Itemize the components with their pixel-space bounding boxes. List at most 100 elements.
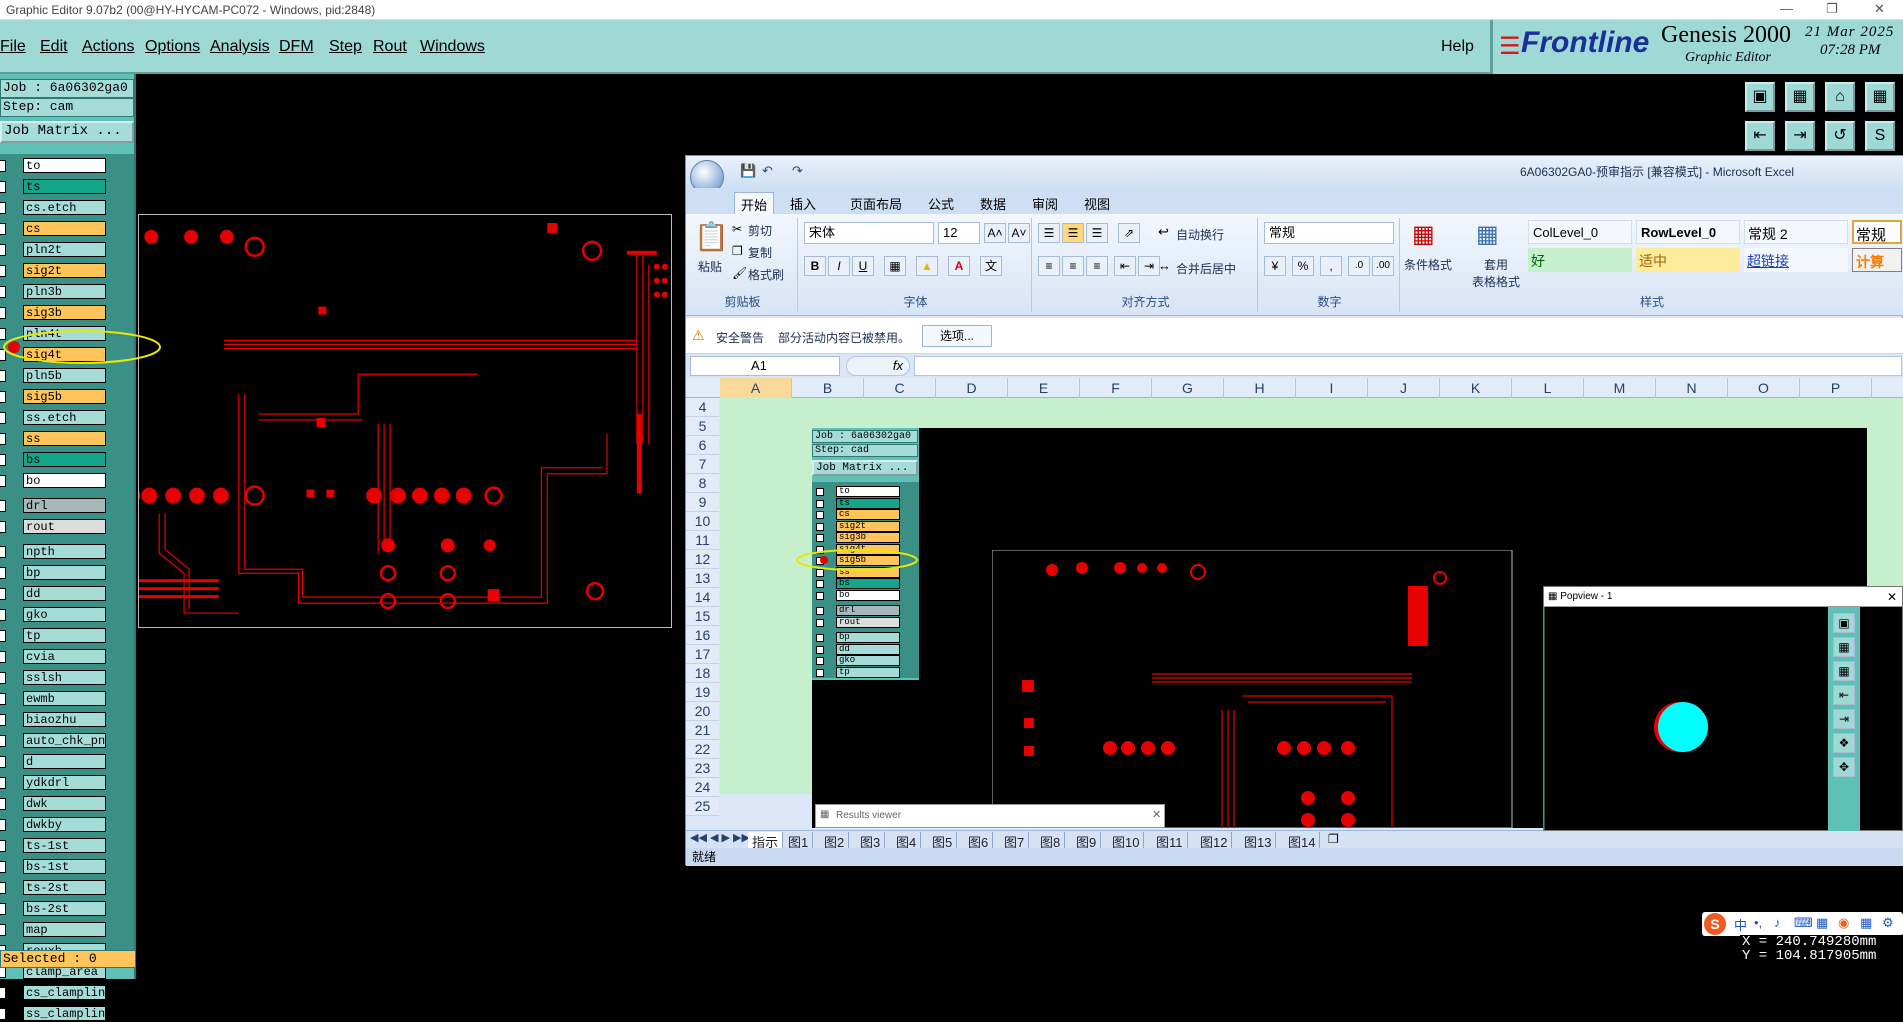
row-header[interactable]: 23: [686, 759, 719, 778]
menu-analysis[interactable]: Analysis: [210, 38, 270, 56]
layer-row[interactable]: sig5b: [0, 389, 108, 405]
row-header[interactable]: 10: [686, 512, 719, 531]
row-header[interactable]: 13: [686, 569, 719, 588]
layer-row[interactable]: ts-1st: [0, 838, 108, 854]
restore-icon[interactable]: ❐: [1826, 1, 1838, 17]
layer-checkbox[interactable]: [0, 777, 6, 789]
layer-row[interactable]: ewmb: [0, 691, 108, 707]
layer-row[interactable]: cs_clampline: [0, 985, 108, 1001]
align-top-icon[interactable]: ☰: [1038, 223, 1060, 243]
layer-checkbox[interactable]: [0, 286, 6, 298]
menu-windows[interactable]: Windows: [420, 38, 485, 56]
import-icon[interactable]: ⇤: [1745, 121, 1775, 151]
layer-row[interactable]: ss_clampline: [0, 1006, 108, 1022]
tab-data[interactable]: 数据: [974, 192, 1012, 215]
layer-checkbox[interactable]: [0, 1008, 6, 1020]
row-header[interactable]: 6: [686, 436, 719, 455]
layer-checkbox[interactable]: [0, 735, 6, 747]
layer-row[interactable]: to: [0, 158, 108, 174]
layer-row[interactable]: bs: [0, 452, 108, 468]
row-header[interactable]: 7: [686, 455, 719, 474]
layer-row[interactable]: npth: [0, 544, 108, 560]
close-icon[interactable]: ✕: [1874, 1, 1885, 17]
fx-button[interactable]: fx: [846, 356, 910, 376]
layer-checkbox[interactable]: [0, 370, 6, 382]
layer-checkbox[interactable]: [0, 882, 6, 894]
layer-row[interactable]: dwkby: [0, 817, 108, 833]
layer-row[interactable]: ydkdrl: [0, 775, 108, 791]
layer-checkbox[interactable]: [0, 609, 6, 621]
menu-rout[interactable]: Rout: [373, 38, 407, 56]
column-header[interactable]: B: [792, 378, 864, 398]
row-header[interactable]: 24: [686, 778, 719, 797]
column-header[interactable]: P: [1800, 378, 1872, 398]
tab-page-layout[interactable]: 页面布局: [844, 192, 908, 215]
layer-row[interactable]: bs-2st: [0, 901, 108, 917]
minimize-icon[interactable]: —: [1780, 1, 1793, 16]
formula-input[interactable]: [914, 356, 1902, 376]
column-header[interactable]: F: [1080, 378, 1152, 398]
layer-checkbox[interactable]: [0, 160, 6, 172]
layer-checkbox[interactable]: [0, 391, 6, 403]
layer-list-scrollbar[interactable]: [134, 154, 136, 960]
table-format-button[interactable]: 套用 表格格式: [1468, 256, 1524, 290]
column-header[interactable]: I: [1296, 378, 1368, 398]
row-header[interactable]: 14: [686, 588, 719, 607]
popview-tool-icon[interactable]: ✥: [1833, 757, 1855, 777]
tab-view[interactable]: 视图: [1078, 192, 1116, 215]
shrink-font-icon[interactable]: A˅: [1008, 223, 1030, 243]
layer-checkbox[interactable]: [0, 756, 6, 768]
ime-grid-icon[interactable]: ▦: [1860, 915, 1872, 931]
home-icon[interactable]: ⌂: [1825, 82, 1855, 112]
layer-checkbox[interactable]: [0, 819, 6, 831]
merge-center-button[interactable]: 合并后居中: [1176, 260, 1236, 277]
decrease-decimal-icon[interactable]: .00: [1372, 256, 1394, 276]
quick-save-icon[interactable]: 💾: [740, 163, 756, 179]
grow-font-icon[interactable]: A˄: [984, 223, 1006, 243]
script-icon[interactable]: S: [1865, 121, 1895, 151]
column-header[interactable]: G: [1152, 378, 1224, 398]
layer-checkbox[interactable]: [0, 924, 6, 936]
name-box[interactable]: A1: [690, 356, 840, 376]
layer-row[interactable]: dd: [0, 586, 108, 602]
layer-checkbox[interactable]: [0, 500, 6, 512]
row-header[interactable]: 20: [686, 702, 719, 721]
copy-button[interactable]: 复制: [748, 244, 772, 261]
conditional-format-button[interactable]: 条件格式: [1404, 256, 1452, 273]
row-header[interactable]: 17: [686, 645, 719, 664]
column-header[interactable]: O: [1728, 378, 1800, 398]
layer-checkbox[interactable]: [0, 630, 6, 642]
column-header[interactable]: M: [1584, 378, 1656, 398]
bold-icon[interactable]: B: [804, 256, 826, 276]
format-painter-button[interactable]: 格式刷: [748, 266, 784, 283]
ime-settings-icon[interactable]: ⚙: [1882, 915, 1894, 931]
menu-dfm[interactable]: DFM: [279, 38, 314, 56]
row-header[interactable]: 8: [686, 474, 719, 493]
layer-row[interactable]: pln5b: [0, 368, 108, 384]
column-header[interactable]: D: [936, 378, 1008, 398]
row-header[interactable]: 18: [686, 664, 719, 683]
layer-row[interactable]: cs: [0, 221, 108, 237]
ime-toolbox-icon[interactable]: ▦: [1816, 915, 1828, 931]
layer-checkbox[interactable]: [0, 265, 6, 277]
ime-mic-icon[interactable]: ♪: [1774, 915, 1781, 930]
layer-row[interactable]: ss: [0, 431, 108, 447]
style-neutral[interactable]: 适中: [1636, 248, 1740, 272]
comma-icon[interactable]: ,: [1320, 256, 1342, 276]
layer-checkbox[interactable]: [0, 475, 6, 487]
column-header[interactable]: A: [720, 378, 792, 398]
layer-checkbox[interactable]: [0, 202, 6, 214]
orientation-icon[interactable]: ⇗: [1118, 223, 1140, 243]
sheet-nav-icon[interactable]: ◀◀ ◀ ▶ ▶▶: [690, 831, 750, 844]
format-painter-icon[interactable]: 🖌: [732, 266, 747, 280]
row-header[interactable]: 4: [686, 398, 719, 417]
layer-checkbox[interactable]: [0, 244, 6, 256]
tab-formulas[interactable]: 公式: [922, 192, 960, 215]
layer-checkbox[interactable]: [0, 903, 6, 915]
layer-checkbox[interactable]: [0, 567, 6, 579]
layer-row[interactable]: d: [0, 754, 108, 770]
currency-icon[interactable]: ¥: [1264, 256, 1286, 276]
layer-checkbox[interactable]: [0, 546, 6, 558]
menu-help[interactable]: Help: [1441, 38, 1474, 56]
layer-row[interactable]: ss.etch: [0, 410, 108, 426]
